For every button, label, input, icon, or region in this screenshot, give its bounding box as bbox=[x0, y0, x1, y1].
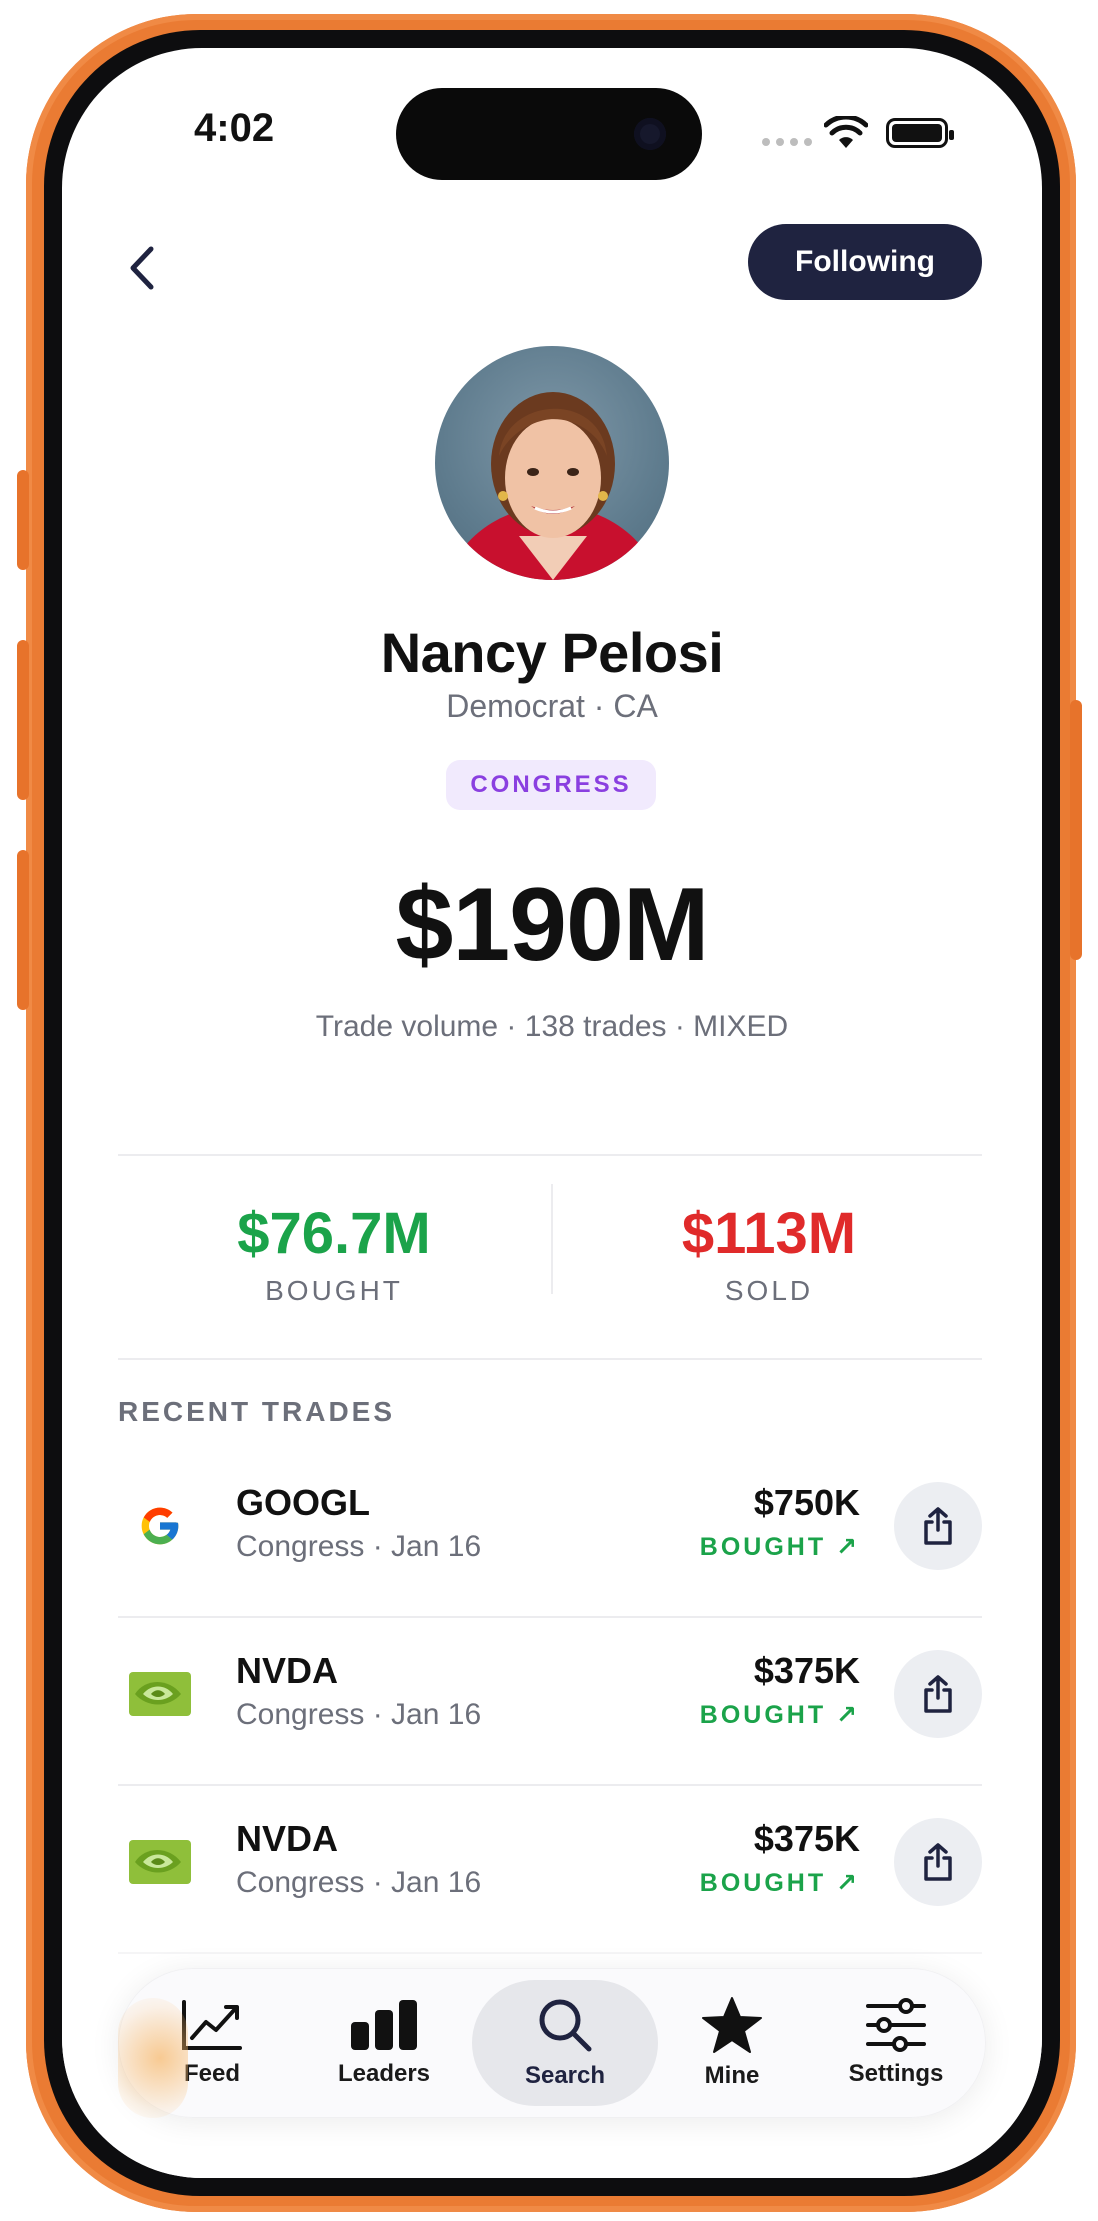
sliders-icon bbox=[866, 1998, 926, 2052]
dynamic-island bbox=[396, 88, 702, 180]
share-icon bbox=[924, 1675, 952, 1713]
trade-meta: Congress · Jan 16 bbox=[236, 1530, 482, 1563]
tab-mine[interactable]: Mine bbox=[648, 1968, 816, 2118]
trade-volume: $190M bbox=[395, 867, 710, 983]
tab-search[interactable]: Search bbox=[481, 1968, 649, 2118]
share-button[interactable] bbox=[894, 1650, 982, 1738]
recent-trades-title: RECENT TRADES bbox=[118, 1396, 396, 1427]
tab-label: Mine bbox=[704, 2062, 760, 2089]
tab-settings[interactable]: Settings bbox=[812, 1968, 980, 2118]
tab-bar: Feed Leaders Search Mine Settings bbox=[118, 1968, 986, 2118]
trade-action: BOUGHT ↗ bbox=[699, 1869, 860, 1897]
trade-amount: $750K bbox=[753, 1482, 860, 1523]
trade-ticker: GOOGL bbox=[236, 1482, 370, 1523]
camera-icon bbox=[634, 118, 666, 150]
share-button[interactable] bbox=[894, 1818, 982, 1906]
trade-amount: $375K bbox=[753, 1818, 860, 1859]
action-button bbox=[17, 470, 29, 570]
status-time: 4:02 bbox=[194, 106, 275, 150]
glow-decoration bbox=[118, 1998, 188, 2118]
wifi-icon bbox=[824, 116, 868, 148]
divider bbox=[118, 1154, 982, 1156]
profile-name: Nancy Pelosi bbox=[380, 621, 724, 684]
trade-ticker: NVDA bbox=[236, 1818, 339, 1859]
trade-volume-caption: Trade volume · 138 trades · MIXED bbox=[315, 1010, 789, 1043]
chevron-left-icon bbox=[130, 246, 154, 290]
sold-stat: $113M SOLD bbox=[553, 1200, 985, 1307]
divider bbox=[118, 1358, 982, 1360]
star-icon bbox=[702, 1997, 762, 2053]
tab-leaders[interactable]: Leaders bbox=[300, 1968, 468, 2118]
trade-action: BOUGHT ↗ bbox=[699, 1533, 860, 1561]
trade-action: BOUGHT ↗ bbox=[699, 1701, 860, 1729]
volume-down-button bbox=[17, 850, 29, 1010]
tab-label: Settings bbox=[848, 2060, 944, 2087]
battery-icon bbox=[886, 118, 954, 148]
share-icon bbox=[924, 1843, 952, 1881]
trade-meta: Congress · Jan 16 bbox=[236, 1698, 482, 1731]
tab-label: Feed bbox=[183, 2060, 240, 2087]
tab-label: Search bbox=[524, 2062, 606, 2089]
share-icon bbox=[924, 1507, 952, 1545]
volume-up-button bbox=[17, 640, 29, 800]
chamber-badge: CONGRESS bbox=[446, 760, 656, 810]
search-icon bbox=[539, 1999, 592, 2052]
cellular-signal-icon bbox=[762, 138, 812, 146]
trade-row[interactable]: GOOGL Congress · Jan 16 $750K BOUGHT ↗ bbox=[118, 1448, 982, 1616]
trade-amount: $375K bbox=[753, 1650, 860, 1691]
bar-chart-icon bbox=[351, 2000, 417, 2050]
trade-row[interactable]: NVDA Congress · Jan 16 $375K BOUGHT ↗ bbox=[118, 1616, 982, 1784]
nvidia-logo-icon bbox=[128, 1662, 192, 1726]
chart-line-icon bbox=[182, 2000, 242, 2050]
tab-label: Leaders bbox=[337, 2060, 431, 2087]
google-logo-icon bbox=[128, 1494, 192, 1558]
power-button bbox=[1070, 700, 1082, 960]
bought-stat: $76.7M BOUGHT bbox=[118, 1200, 550, 1307]
nvidia-logo-icon bbox=[128, 1830, 192, 1894]
profile-subtitle: Democrat · CA bbox=[446, 688, 658, 724]
trade-ticker: NVDA bbox=[236, 1650, 339, 1691]
sold-label: SOLD bbox=[724, 1275, 814, 1306]
screen: 4:02 Following Nancy Pelosi Democrat · C… bbox=[62, 48, 1042, 2178]
following-button[interactable]: Following bbox=[748, 224, 982, 300]
bought-label: BOUGHT bbox=[265, 1275, 403, 1306]
back-button[interactable] bbox=[112, 233, 172, 303]
share-button[interactable] bbox=[894, 1482, 982, 1570]
bought-value: $76.7M bbox=[237, 1201, 431, 1266]
trade-meta: Congress · Jan 16 bbox=[236, 1866, 482, 1899]
avatar bbox=[435, 346, 669, 580]
sold-value: $113M bbox=[681, 1201, 857, 1266]
